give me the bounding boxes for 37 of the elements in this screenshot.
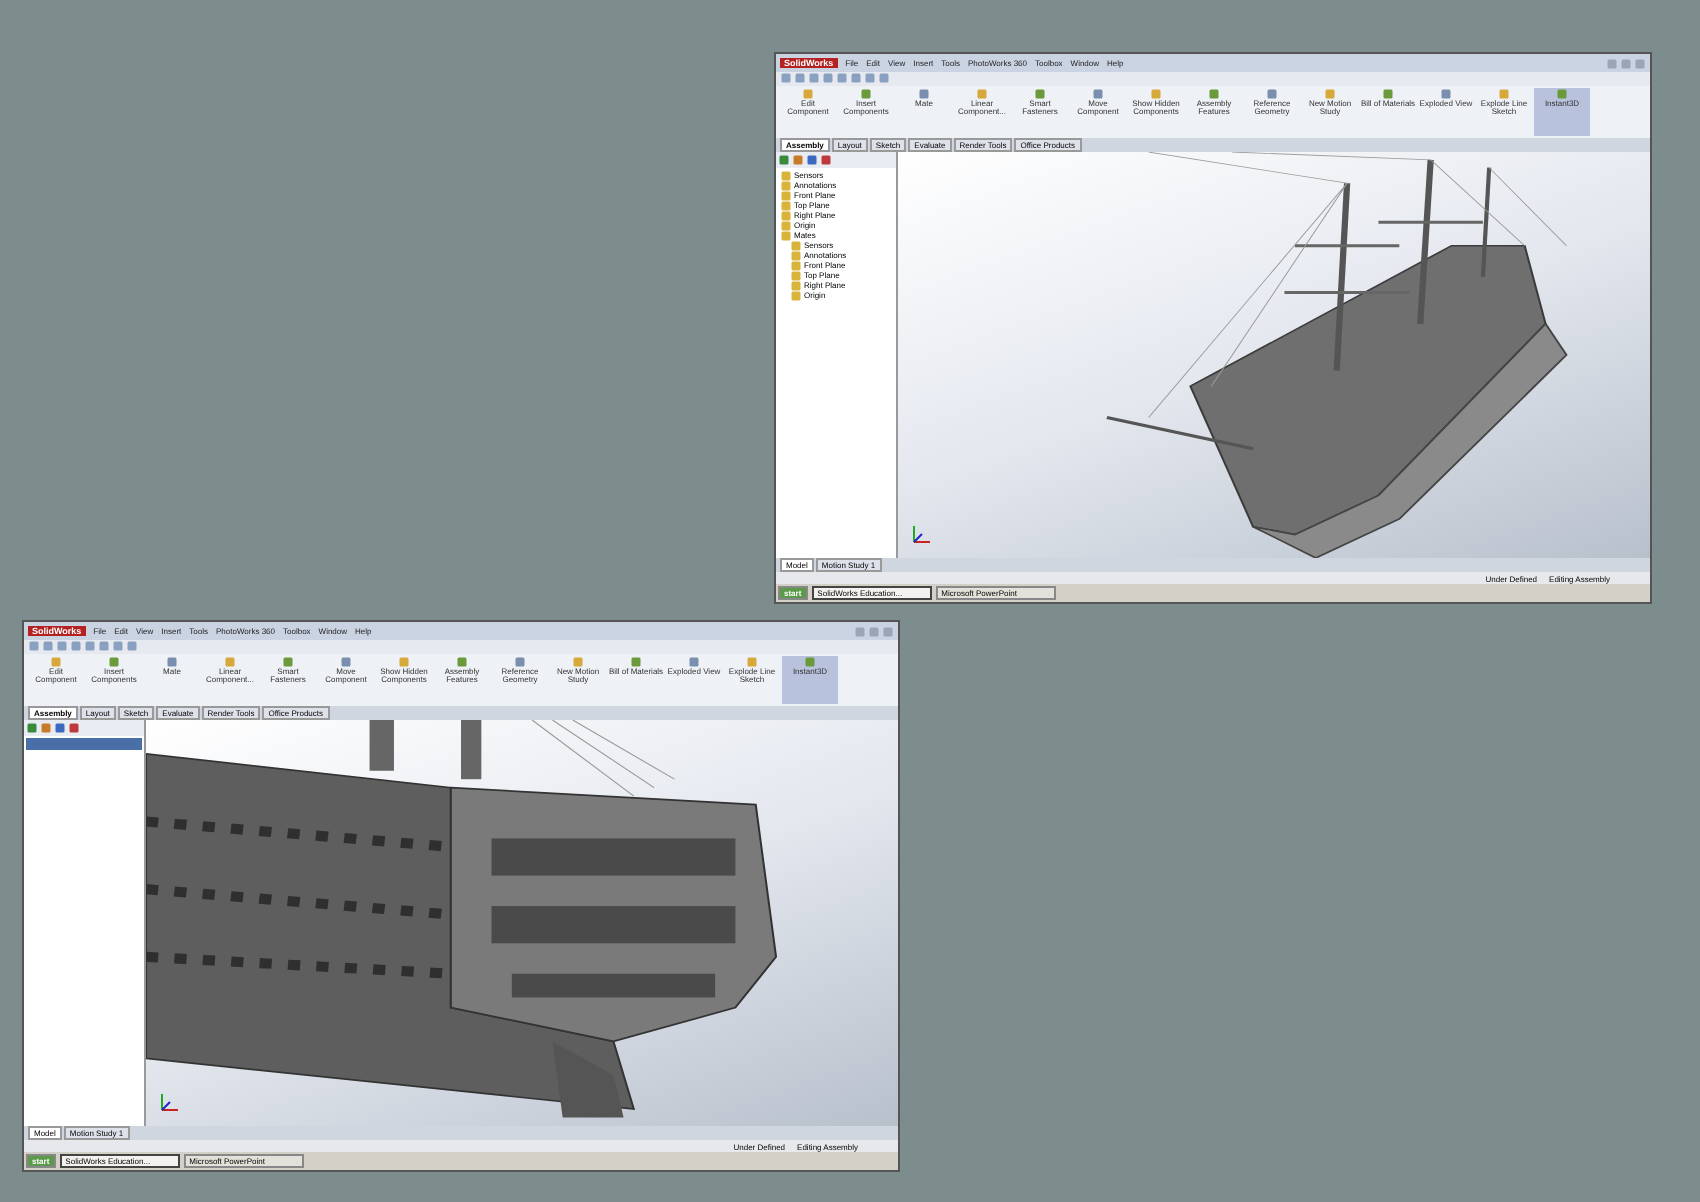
command-icon [1440,88,1452,100]
command-icon [804,656,816,668]
command-icon [456,656,468,668]
minimize-icon[interactable] [1606,57,1618,69]
command-icon [572,656,584,668]
command-icon [1556,88,1568,100]
command-icon [282,656,294,668]
command-icon [224,656,236,668]
close-icon[interactable] [882,625,894,637]
axis-triad-icon [161,1093,179,1111]
command-icon [918,88,930,100]
command-icon [688,656,700,668]
command-icon [1208,88,1220,100]
command-icon [1498,88,1510,100]
command-icon [398,656,410,668]
command-icon [514,656,526,668]
command-icon [1150,88,1162,100]
minimize-icon[interactable] [854,625,866,637]
command-icon [108,656,120,668]
command-icon [1382,88,1394,100]
command-icon [630,656,642,668]
panel-header [26,738,142,750]
command-icon [1034,88,1046,100]
command-icon [166,656,178,668]
axis-triad-icon [913,525,931,543]
close-icon[interactable] [1634,57,1646,69]
command-icon [1266,88,1278,100]
command-icon [50,656,62,668]
maximize-icon[interactable] [868,625,880,637]
command-icon [1324,88,1336,100]
command-icon [860,88,872,100]
command-icon [746,656,758,668]
command-icon [340,656,352,668]
command-icon [976,88,988,100]
command-icon [1092,88,1104,100]
maximize-icon[interactable] [1620,57,1632,69]
command-icon [802,88,814,100]
